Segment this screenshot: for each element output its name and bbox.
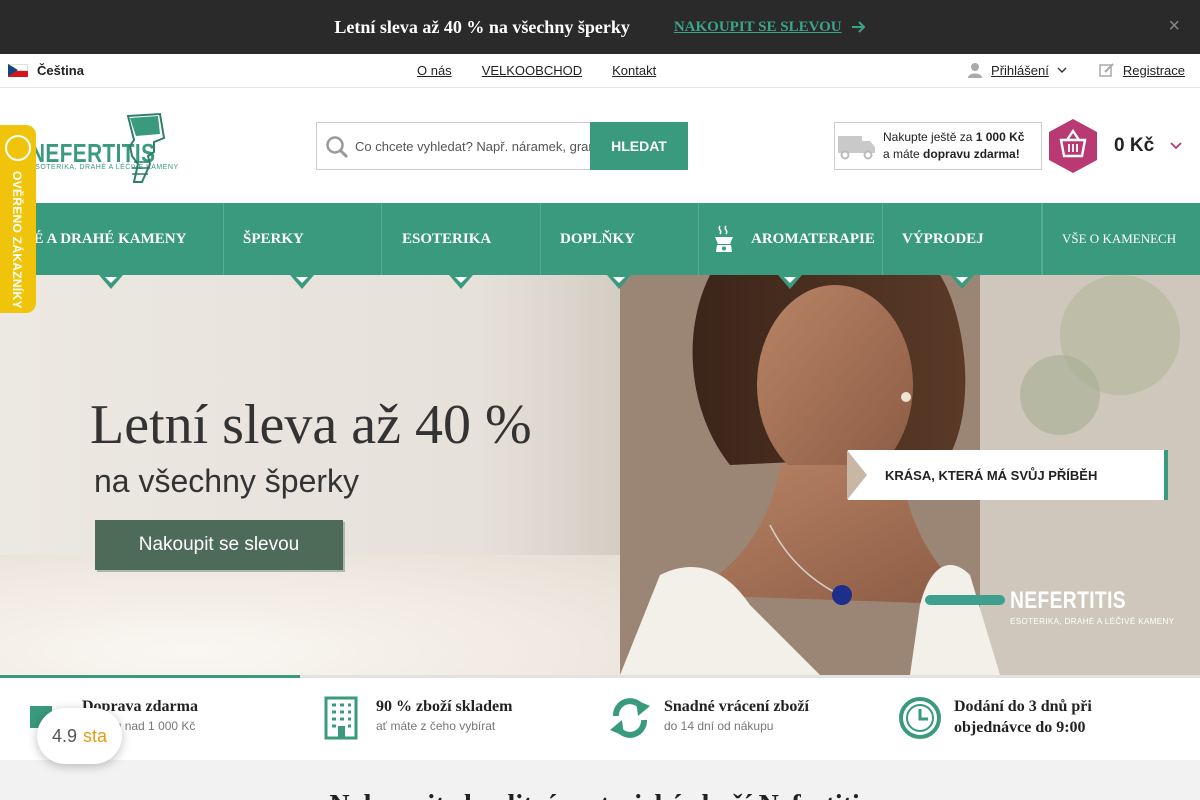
promo-bar: Letní sleva až 40 % na všechny šperky NA… (0, 0, 1200, 54)
edit-icon (1099, 63, 1114, 77)
nav-item-aromatherapy[interactable]: AROMATERAPIE (699, 203, 883, 289)
language-label: Čeština (37, 63, 84, 78)
utility-bar: Čeština O nás VELKOOBCHOD Kontakt Přihlá… (0, 54, 1200, 88)
hero-logo-name: NEFERTITIS (1010, 587, 1127, 614)
seal-icon (5, 135, 31, 161)
verified-by-customers-badge[interactable]: OVĚŘENO ZÁKAZNÍKY (0, 125, 36, 313)
benefit-title: Dodání do 3 dnů při objednávce do 9:00 (954, 698, 1092, 736)
search-bar: HLEDAT (316, 122, 688, 170)
nav-item-jewelry[interactable]: ŠPERKY (224, 203, 382, 289)
nav-item-label: ESOTERIKA (402, 230, 492, 247)
rating-score: 4.9 (52, 725, 78, 746)
link-about[interactable]: O nás (417, 63, 452, 78)
czech-flag-icon (8, 64, 28, 77)
aroma-lamp-icon (715, 225, 733, 252)
hero-banner[interactable]: Letní sleva až 40 % na všechny šperky Na… (0, 275, 1200, 675)
hero-story-tag[interactable]: KRÁSA, KTERÁ MÁ SVŮJ PŘÍBĚH (847, 450, 1168, 500)
hero-cta-button[interactable]: Nakoupit se slevou (95, 520, 343, 570)
account-links: Přihlášení Registrace (967, 62, 1185, 78)
chevron-down-icon (1057, 67, 1067, 73)
rating-widget[interactable]: 4.9 sta (37, 708, 122, 764)
truck-icon (838, 136, 875, 160)
nefertiti-head-icon (126, 112, 166, 183)
warehouse-icon (324, 696, 358, 740)
nav-item-label: VŠE O KAMENECH (1062, 231, 1177, 246)
chevron-down-icon (1170, 142, 1182, 150)
link-contact[interactable]: Kontakt (612, 63, 656, 78)
nav-item-label: ŠPERKY (243, 230, 304, 247)
nav-item-label: DOPLŇKY (560, 230, 635, 247)
free-shipping-info: Nakupte ještě za 1 000 Kč a máte dopravu… (834, 122, 1042, 170)
utility-nav: O nás VELKOOBCHOD Kontakt (417, 63, 656, 78)
user-icon (968, 63, 983, 78)
cart-total: 0 Kč (1114, 135, 1155, 156)
benefit-title: Snadné vrácení zboží (664, 698, 809, 715)
benefit-sub: do 14 dní od nákupu (664, 719, 774, 733)
basket-icon (1049, 119, 1097, 173)
nav-item-sale[interactable]: VÝPRODEJ (883, 203, 1042, 289)
search-button[interactable]: HLEDAT (590, 122, 688, 170)
nav-item-accessories[interactable]: DOPLŇKY (541, 203, 699, 289)
hero-tag-label: KRÁSA, KTERÁ MÁ SVŮJ PŘÍBĚH (885, 467, 1098, 483)
refresh-icon (610, 698, 650, 738)
shipping-amount: 1 000 Kč (975, 130, 1025, 144)
verified-badge-label: OVĚŘENO ZÁKAZNÍKY (10, 171, 24, 309)
nav-item-label: VÝPRODEJ (902, 230, 984, 247)
section-title: Nakupujte kvalitní esoterické zboží Nefe… (0, 790, 1200, 800)
promo-link-label: NAKOUPIT SE SLEVOU (673, 18, 842, 35)
benefit-sub: ať máte z čeho vybírat (376, 719, 496, 733)
close-icon[interactable]: × (1168, 16, 1180, 36)
language-selector[interactable]: Čeština (8, 63, 84, 78)
search-input[interactable] (355, 123, 590, 169)
hero-subtitle: na všechny šperky (94, 463, 360, 499)
register-link[interactable]: Registrace (1123, 63, 1185, 78)
shipping-line1: Nakupte ještě za (883, 130, 976, 144)
arrow-right-icon (851, 21, 866, 33)
site-header: NEFERTITIS ESOTERIKA, DRAHÉ A LÉČIVÉ KAM… (0, 88, 1200, 203)
cart-widget[interactable]: 0 Kč (1048, 118, 1182, 174)
hero-title: Letní sleva až 40 % (90, 394, 532, 456)
hero-logo-tagline: ESOTERIKA, DRAHÉ A LÉČIVÉ KAMENY (1010, 617, 1175, 626)
benefit-delivery: Dodání do 3 dnů při objednávce do 9:00 (898, 696, 1114, 740)
search-icon (326, 136, 349, 159)
link-wholesale[interactable]: VELKOOBCHOD (482, 63, 582, 78)
hero-fabric (0, 555, 640, 675)
promo-text: Letní sleva až 40 % na všechny šperky (334, 16, 630, 37)
benefit-in-stock: 90 % zboží skladem ať máte z čeho vybíra… (320, 696, 512, 740)
nav-item-label: AROMATERAPIE (751, 230, 875, 247)
shipping-line2: a máte (883, 147, 924, 161)
hero-logo: NEFERTITIS ESOTERIKA, DRAHÉ A LÉČIVÉ KAM… (1010, 587, 1174, 626)
nav-item-esoterics[interactable]: ESOTERIKA (382, 203, 541, 289)
benefit-easy-return: Snadné vrácení zboží do 14 dní od nákupu (608, 696, 809, 740)
intro-section: Nakupujte kvalitní esoterické zboží Nefe… (0, 760, 1200, 800)
main-nav: LÉČIVÉ A DRAHÉ KAMENY ŠPERKY ESOTERIKA D… (0, 203, 1200, 289)
promo-link[interactable]: NAKOUPIT SE SLEVOU (674, 19, 866, 36)
shipping-free: dopravu zdarma! (923, 147, 1020, 161)
nav-item-about-stones[interactable]: VŠE O KAMENECH (1042, 203, 1200, 275)
rating-label: sta (83, 725, 108, 746)
login-link[interactable]: Přihlášení (991, 63, 1049, 78)
benefit-title: 90 % zboží skladem (376, 698, 513, 715)
benefits-bar: Doprava zdarma nákupu nad 1 000 Kč 90 % … (0, 678, 1200, 760)
clock-icon (899, 697, 941, 739)
site-logo[interactable]: NEFERTITIS ESOTERIKA, DRAHÉ A LÉČIVÉ KAM… (30, 110, 180, 190)
